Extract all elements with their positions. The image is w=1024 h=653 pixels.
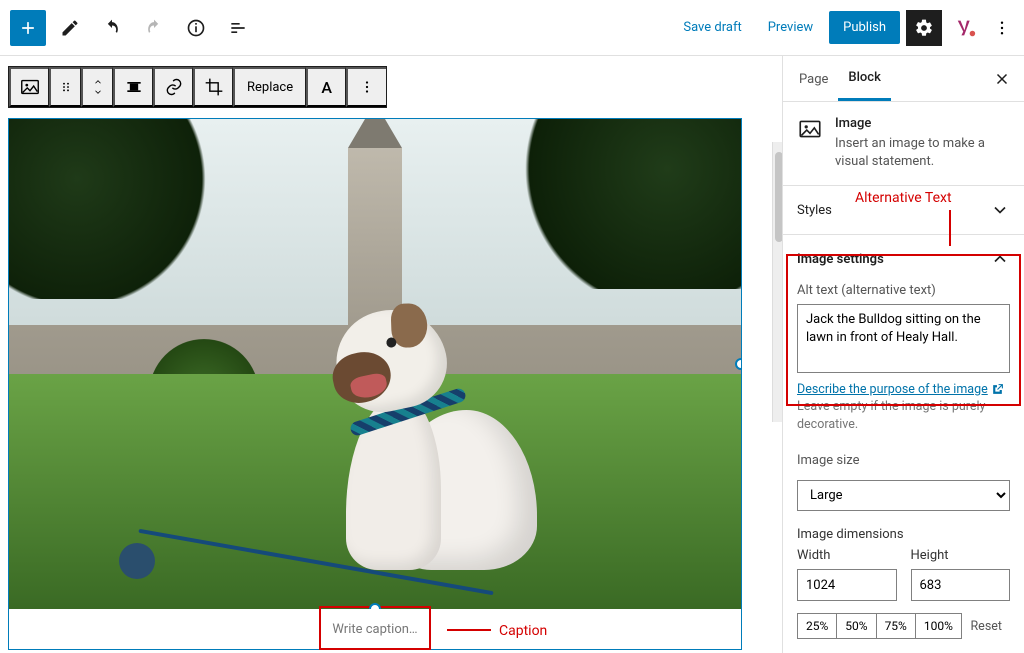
undo-icon (102, 18, 122, 38)
reset-dimensions-button[interactable]: Reset (962, 614, 1010, 639)
image-block[interactable]: Write caption… Caption (8, 118, 742, 650)
kebab-icon (993, 19, 1011, 37)
tab-page[interactable]: Page (789, 58, 838, 100)
replace-button[interactable]: Replace (233, 67, 306, 107)
height-input[interactable] (911, 569, 1011, 601)
kebab-icon (358, 78, 376, 96)
publish-button[interactable]: Publish (829, 11, 900, 44)
text-overlay-button[interactable]: A (306, 67, 346, 107)
caption-input[interactable]: Write caption… (9, 609, 741, 649)
tab-block[interactable]: Block (838, 56, 890, 101)
crop-button[interactable] (193, 67, 233, 107)
block-info-panel: Image Insert an image to make a visual s… (783, 102, 1024, 186)
pct-25-button[interactable]: 25% (797, 613, 837, 639)
plus-icon (18, 18, 38, 38)
crop-icon (204, 77, 224, 97)
sidebar-tabs: Page Block (783, 56, 1024, 102)
pct-100-button[interactable]: 100% (915, 613, 962, 639)
section-image-settings-label: Image settings (797, 252, 884, 267)
topbar-left (10, 10, 256, 46)
alt-text-hint: Describe the purpose of the image Leave … (797, 381, 1010, 434)
alt-text-input[interactable]: Jack the Bulldog sitting on the lawn in … (797, 304, 1010, 372)
yoast-button[interactable] (948, 10, 984, 46)
add-block-button[interactable] (10, 10, 46, 46)
edit-mode-button[interactable] (52, 10, 88, 46)
pencil-icon (60, 18, 80, 38)
settings-sidebar: Page Block Image Insert an image to make… (782, 56, 1024, 653)
height-label: Height (911, 548, 1011, 563)
image-size-select[interactable]: Large (797, 480, 1010, 511)
pct-75-button[interactable]: 75% (876, 613, 916, 639)
dimensions-row: Width Height (783, 548, 1024, 601)
settings-button[interactable] (906, 10, 942, 46)
block-more-button[interactable] (346, 67, 386, 107)
move-arrows[interactable] (81, 67, 113, 107)
section-styles[interactable]: Styles (783, 186, 1024, 235)
percent-row: 25% 50% 75% 100% Reset (783, 601, 1024, 653)
chevrons-icon (92, 77, 104, 97)
image-content (9, 119, 741, 609)
section-image-settings[interactable]: Image settings (783, 235, 1024, 283)
block-type-button[interactable] (9, 67, 49, 107)
drag-icon (58, 79, 74, 95)
save-draft-button[interactable]: Save draft (673, 12, 751, 43)
width-input[interactable] (797, 569, 897, 601)
chevron-down-icon (990, 200, 1010, 220)
link-button[interactable] (153, 67, 193, 107)
resize-handle-bottom[interactable] (369, 603, 381, 609)
image-size-label: Image size (797, 453, 1010, 468)
external-link-icon (991, 383, 1004, 396)
resize-handle-right[interactable] (735, 358, 741, 370)
redo-button[interactable] (136, 10, 172, 46)
width-label: Width (797, 548, 897, 563)
editor-topbar: Save draft Preview Publish (0, 0, 1024, 56)
outline-button[interactable] (220, 10, 256, 46)
more-menu-button[interactable] (990, 10, 1014, 46)
undo-button[interactable] (94, 10, 130, 46)
section-styles-label: Styles (797, 203, 832, 218)
redo-icon (144, 18, 164, 38)
gear-icon (914, 18, 934, 38)
alt-text-hint-tail: Leave empty if the image is purely decor… (797, 399, 985, 432)
info-icon (186, 18, 206, 38)
letter-a-icon: A (321, 78, 332, 97)
editor-canvas: Replace A (0, 56, 782, 653)
pct-50-button[interactable]: 50% (836, 613, 876, 639)
alt-text-help-link[interactable]: Describe the purpose of the image (797, 382, 988, 397)
image-icon (797, 116, 823, 142)
drag-handle[interactable] (49, 67, 81, 107)
chevron-up-icon (990, 249, 1010, 269)
block-description: Insert an image to make a visual stateme… (835, 135, 1010, 171)
close-icon (993, 70, 1011, 88)
topbar-right: Save draft Preview Publish (673, 10, 1014, 46)
block-title: Image (835, 116, 1010, 131)
image-dimensions-header: Image dimensions (797, 527, 1010, 542)
align-icon (124, 77, 144, 97)
alt-text-label: Alt text (alternative text) (797, 283, 1010, 298)
preview-button[interactable]: Preview (758, 12, 823, 43)
image-icon (19, 76, 41, 98)
close-sidebar-button[interactable] (984, 61, 1020, 97)
link-icon (164, 77, 184, 97)
align-button[interactable] (113, 67, 153, 107)
canvas-scrollbar[interactable] (772, 142, 782, 422)
yoast-icon (955, 17, 977, 39)
info-button[interactable] (178, 10, 214, 46)
outline-icon (228, 18, 248, 38)
block-toolbar: Replace A (8, 66, 387, 108)
